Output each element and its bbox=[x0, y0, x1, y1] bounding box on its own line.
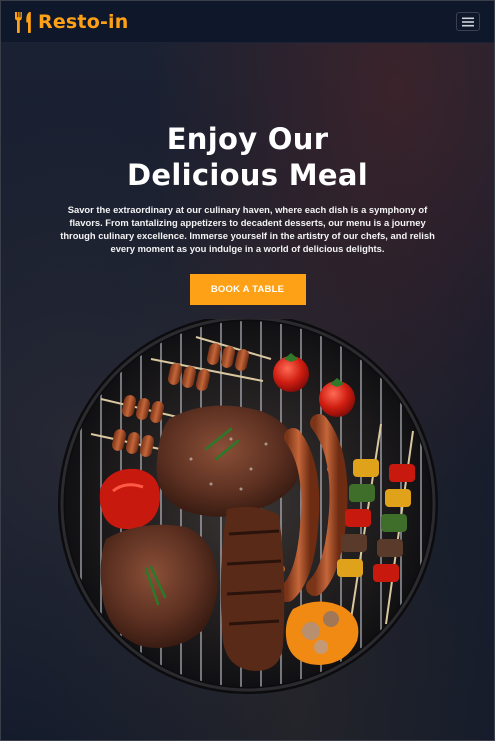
brand-link[interactable]: Resto-in bbox=[13, 11, 129, 33]
brand-name: Resto-in bbox=[38, 10, 129, 33]
hero-section: Enjoy Our Delicious Meal Savor the extra… bbox=[1, 121, 494, 305]
utensils-icon bbox=[15, 11, 31, 33]
hero-description: Savor the extraordinary at our culinary … bbox=[60, 204, 435, 254]
hero-title: Enjoy Our Delicious Meal bbox=[1, 121, 494, 193]
book-table-button[interactable]: BOOK A TABLE bbox=[189, 274, 306, 305]
hero-title-line-1: Enjoy Our bbox=[166, 122, 329, 156]
hamburger-menu-icon bbox=[462, 17, 474, 26]
page: Resto-in Enjoy Our Delicious Meal Savor … bbox=[0, 0, 495, 741]
hero-title-line-2: Delicious Meal bbox=[127, 158, 368, 192]
navbar: Resto-in bbox=[1, 1, 494, 43]
bbq-grill-image bbox=[58, 319, 438, 694]
menu-toggle-button[interactable] bbox=[456, 12, 480, 31]
